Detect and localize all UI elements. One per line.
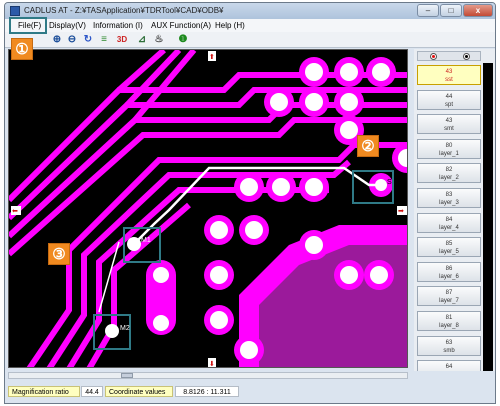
3d-icon[interactable]: 3D — [116, 34, 128, 46]
layer-button[interactable]: 86 layer_6 — [417, 261, 481, 282]
radio-black[interactable] — [463, 53, 470, 60]
layer-button[interactable]: 87 layer_7 — [417, 286, 481, 307]
layer-name: layer_6 — [439, 273, 459, 280]
layer-name: smb — [443, 347, 455, 354]
layer-name: layer_5 — [439, 249, 459, 256]
layer-number: 86 — [445, 265, 453, 272]
pan-up-arrow-icon: ⬆ — [209, 53, 215, 61]
layer-button[interactable]: 80 layer_1 — [417, 138, 481, 159]
layer-number: 85 — [445, 241, 453, 248]
callout-three: ③ — [48, 243, 70, 265]
probe-icon[interactable]: ♨ — [153, 34, 165, 46]
s-label: S — [387, 179, 392, 186]
callout-one: ① — [11, 38, 33, 60]
scroll-thumb[interactable] — [121, 373, 133, 378]
menu-bar: File(F) Display(V) Information (I) AUX F… — [5, 19, 495, 32]
pan-down-arrow-icon: ⬇ — [209, 360, 215, 368]
pcb-drawing: M1 M2 S ⬆ ⬅ ➡ ⬇ — [9, 50, 407, 368]
layer-number: 64 — [445, 364, 453, 371]
marker-m1 — [127, 237, 141, 251]
layer-button[interactable]: 84 layer_4 — [417, 212, 481, 233]
app-icon — [10, 6, 20, 16]
menu-help[interactable]: Help (H) — [215, 21, 245, 30]
layer-name: layer_3 — [439, 200, 459, 206]
magnification-label: Magnification ratio — [8, 386, 80, 397]
callout-two: ② — [357, 135, 379, 157]
layers-icon[interactable]: ≡ — [98, 34, 110, 46]
pan-right-arrow-icon: ➡ — [398, 207, 404, 215]
layer-name: spt — [444, 101, 453, 108]
menu-aux-function[interactable]: AUX Function(A) — [151, 21, 211, 30]
layer-radio-header — [417, 51, 481, 61]
pcb-canvas[interactable]: M1 M2 S ⬆ ⬅ ➡ ⬇ — [8, 49, 408, 368]
measure-icon[interactable]: ⊿ — [136, 34, 148, 46]
layer-name: layer_2 — [439, 175, 459, 182]
layer-name: layer_8 — [439, 323, 459, 329]
layer-panel: 43 sst 44 spt 43 smt 80 layer_1 82 layer_2 83 layer… — [414, 49, 495, 386]
status-bar: Magnification ratio 44.4 Coordinate valu… — [5, 371, 495, 403]
m1-label: M1 — [141, 237, 151, 244]
window-title: CADLUS AT - Z:¥TASApplication¥TDRTool¥CA… — [24, 6, 224, 15]
layer-number: 83 — [445, 192, 453, 198]
menu-highlight-frame — [9, 17, 47, 34]
close-button[interactable]: x — [463, 4, 493, 17]
layer-number: 43 — [445, 69, 453, 75]
layer-name: layer_7 — [439, 298, 459, 305]
maximize-button[interactable]: □ — [440, 4, 462, 17]
horizontal-scrollbar[interactable] — [8, 372, 408, 379]
app-window: CADLUS AT - Z:¥TASApplication¥TDRTool¥CA… — [4, 2, 496, 404]
layer-button[interactable]: 85 layer_5 — [417, 237, 481, 258]
layer-number: 63 — [445, 339, 453, 346]
layer-name: smt — [444, 126, 454, 133]
layer-number: 43 — [445, 118, 453, 125]
layer-button[interactable]: 43 sst — [417, 65, 481, 85]
layer-number: 80 — [445, 142, 453, 149]
pan-left-arrow-icon: ⬅ — [12, 207, 18, 215]
layer-button[interactable]: 81 layer_8 — [417, 311, 481, 331]
zoom-in-icon[interactable]: ⊕ — [51, 34, 63, 46]
layer-button[interactable]: 43 smt — [417, 114, 481, 135]
layer-button[interactable]: 82 layer_2 — [417, 163, 481, 184]
info-icon[interactable]: ❶ — [177, 34, 189, 46]
layer-name: layer_4 — [439, 224, 459, 231]
layer-button[interactable]: 44 spt — [417, 89, 481, 110]
minimize-button[interactable]: – — [417, 4, 439, 17]
toolbar: ⊕ ⊖ ↻ ≡ 3D ⊿ ♨ ❶ — [5, 32, 495, 48]
layer-name: layer_1 — [439, 150, 459, 157]
radio-red[interactable] — [430, 53, 437, 60]
title-bar: CADLUS AT - Z:¥TASApplication¥TDRTool¥CA… — [5, 3, 495, 19]
marker-m2 — [105, 324, 119, 338]
coordinate-label: Coordinate values — [105, 386, 173, 397]
layer-button[interactable]: 63 smb — [417, 335, 481, 356]
coordinate-value: 8.8126 : 11.311 — [175, 386, 239, 397]
zoom-out-icon[interactable]: ⊖ — [66, 34, 78, 46]
menu-information[interactable]: Information (I) — [93, 21, 143, 30]
menu-display[interactable]: Display(V) — [49, 21, 86, 30]
m2-label: M2 — [120, 325, 130, 332]
layer-number: 82 — [445, 167, 453, 174]
layer-color-strip — [483, 63, 493, 383]
layer-number: 84 — [445, 216, 453, 223]
layer-number: 87 — [445, 290, 453, 297]
refresh-icon[interactable]: ↻ — [82, 34, 94, 46]
layer-number: 81 — [445, 315, 453, 321]
layer-number: 44 — [445, 93, 453, 100]
magnification-value: 44.4 — [81, 386, 103, 397]
layer-name: sst — [445, 77, 453, 83]
layer-button[interactable]: 83 layer_3 — [417, 188, 481, 208]
